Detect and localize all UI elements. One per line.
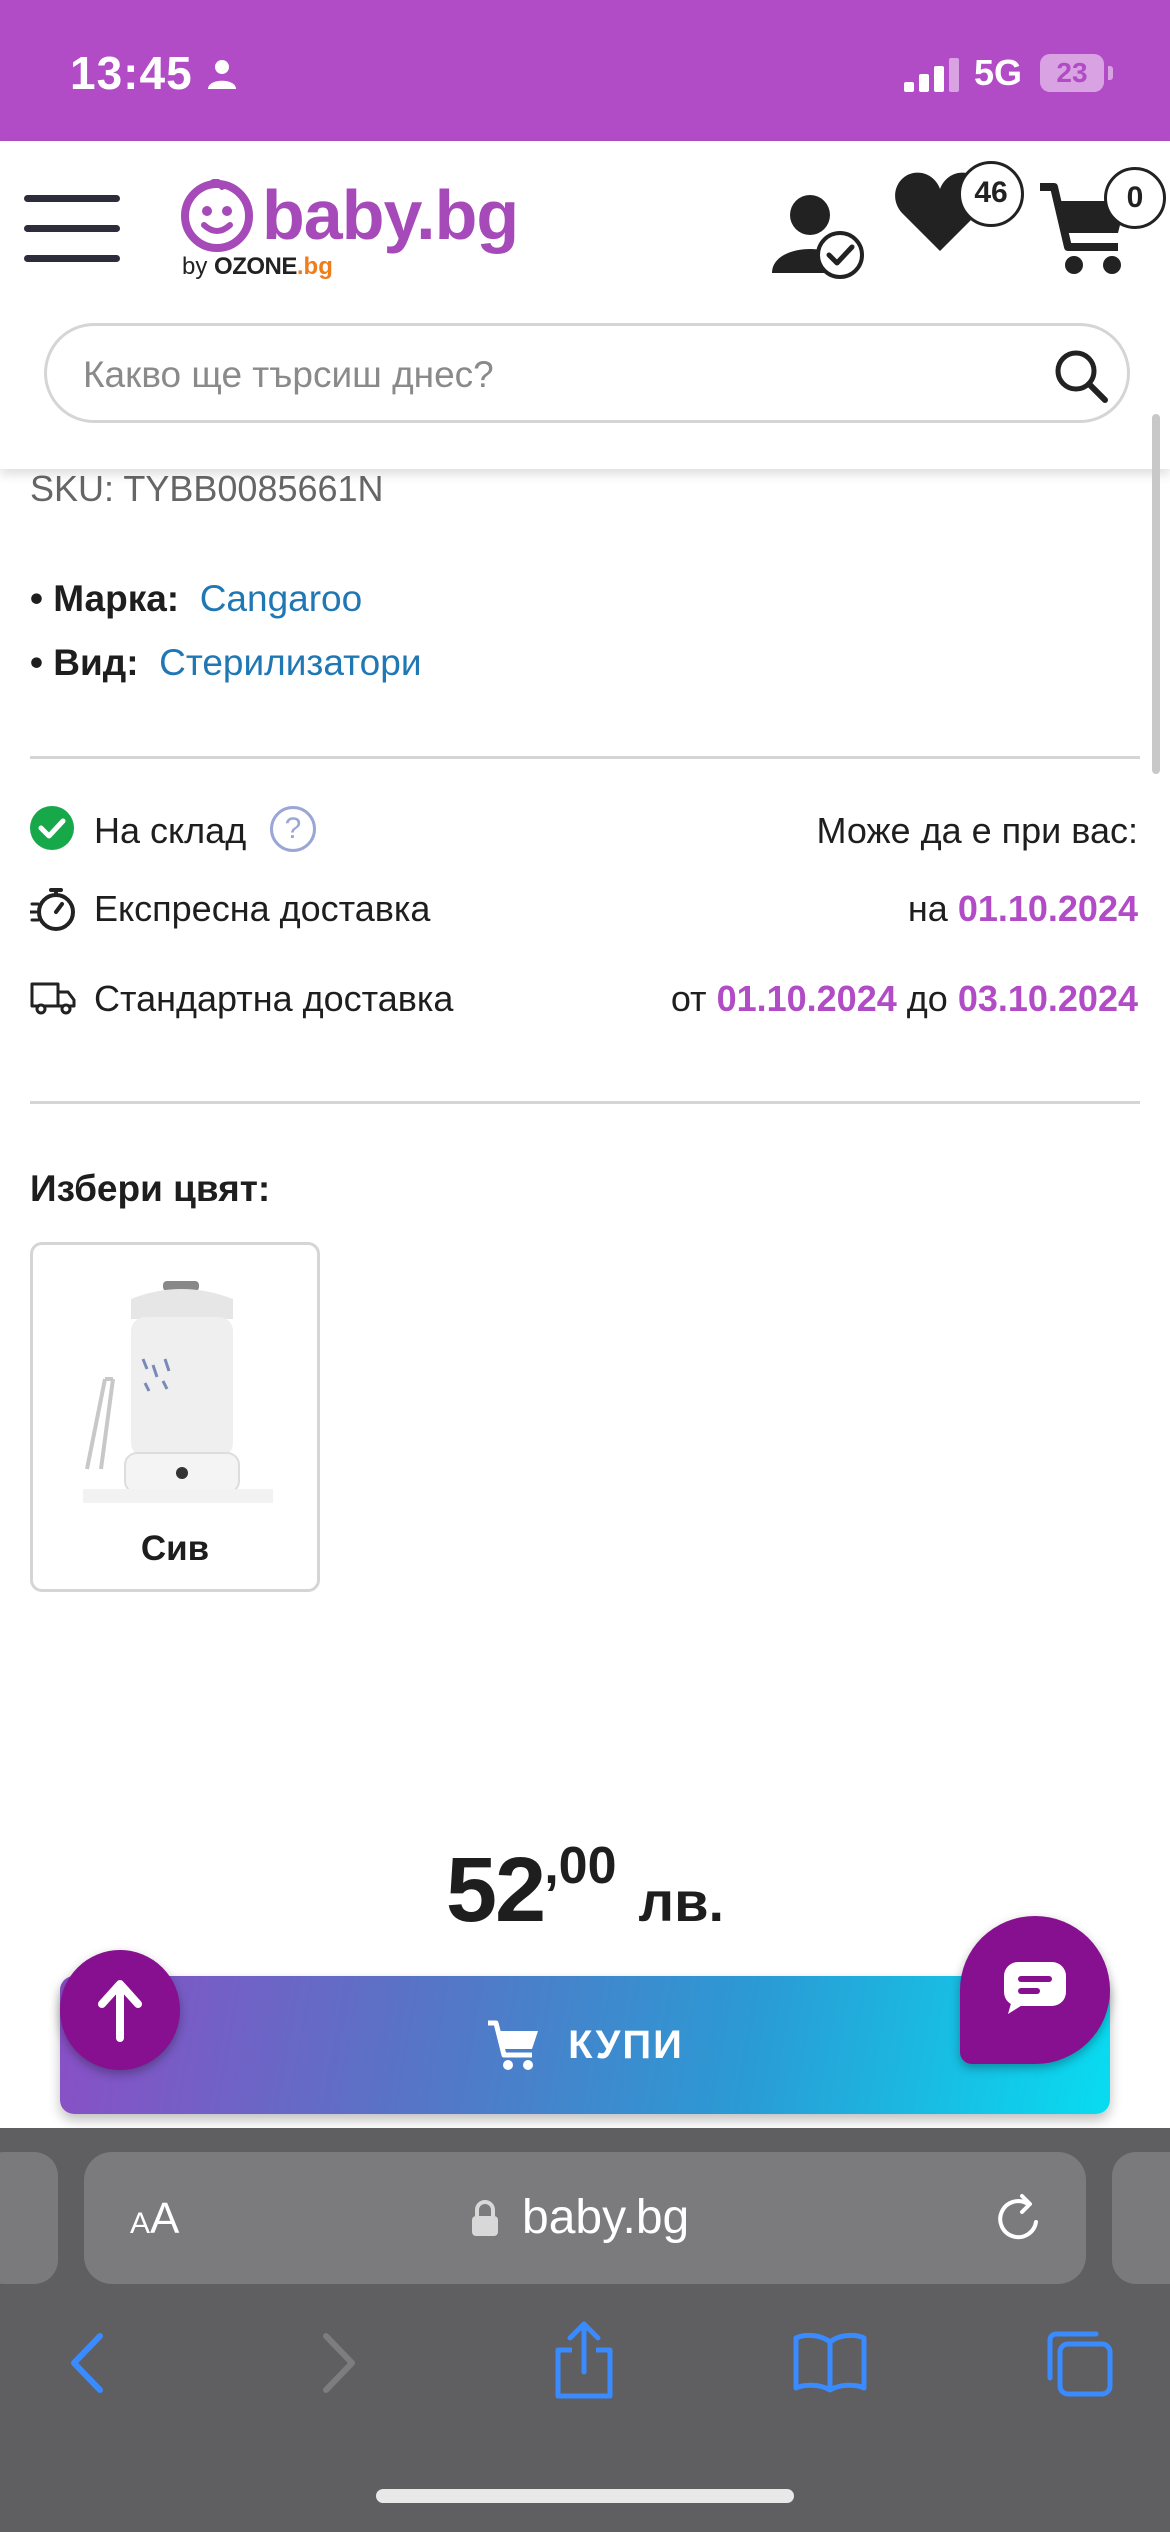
battery-tip [1108, 66, 1113, 80]
site-header: baby.bg by OZONE.bg 46 0 [0, 141, 1170, 469]
back-icon[interactable] [62, 2328, 112, 2398]
express-delivery-label: Експресна доставка [94, 888, 431, 929]
url-text: baby.bg [522, 2191, 690, 2244]
menu-button[interactable] [24, 193, 120, 263]
status-bar: 13:45 5G 23 [0, 0, 1170, 141]
color-chooser-title: Избери цвят: [30, 1168, 271, 1209]
express-delivery-date: на 01.10.2024 [907, 888, 1138, 929]
search-icon[interactable] [1053, 348, 1109, 404]
site-logo[interactable]: baby.bg by OZONE.bg [180, 175, 520, 285]
chat-bubble-icon [1004, 1962, 1066, 2014]
buy-button-label: КУПИ [568, 2022, 684, 2067]
signal-icon [904, 58, 959, 92]
bullet: • [30, 642, 43, 683]
stopwatch-icon [30, 888, 75, 931]
cart-count-badge: 0 [1104, 167, 1166, 229]
divider [30, 756, 1140, 759]
next-tab-preview[interactable] [1112, 2152, 1170, 2284]
buy-button[interactable]: КУПИ [60, 1976, 1110, 2114]
color-option-gray[interactable]: Сив [30, 1242, 320, 1592]
forward-icon[interactable] [314, 2328, 364, 2398]
arrow-up-icon [98, 1980, 142, 2042]
search-input[interactable] [81, 346, 1015, 404]
truck-icon [30, 982, 76, 1015]
address-bar[interactable]: AA baby.bg [84, 2152, 1086, 2284]
person-icon [208, 60, 236, 89]
bullet: • [30, 578, 43, 619]
help-icon[interactable]: ? [270, 806, 316, 852]
product-sku: SKU: TYBB0085661N [30, 468, 384, 509]
type-label: Вид: [53, 642, 139, 683]
scroll-to-top-button[interactable] [60, 1950, 180, 2070]
wishlist-count-badge: 46 [958, 161, 1024, 227]
page-scrollbar[interactable] [1152, 414, 1160, 774]
standard-delivery-label: Стандартна доставка [94, 978, 454, 1019]
in-stock-check-icon [30, 806, 74, 850]
standard-delivery-dates: от 01.10.2024 до 03.10.2024 [670, 978, 1138, 1019]
tabs-icon[interactable] [1044, 2328, 1114, 2398]
divider [30, 1101, 1140, 1104]
lock-icon [472, 2200, 498, 2236]
menu-bar-icon [24, 255, 120, 262]
delivery-header: Може да е при вас: [816, 810, 1138, 851]
network-type: 5G [974, 52, 1023, 93]
type-link[interactable]: Стерилизатори [159, 642, 421, 683]
home-indicator [376, 2489, 794, 2503]
reload-icon[interactable] [992, 2192, 1046, 2246]
share-icon[interactable] [552, 2320, 616, 2400]
cart-icon [488, 2020, 539, 2070]
reader-settings-button[interactable]: AA [130, 2194, 179, 2244]
bookmarks-icon[interactable] [792, 2332, 868, 2394]
brand-label: Марка: [53, 578, 180, 619]
menu-bar-icon [24, 225, 120, 232]
menu-bar-icon [24, 195, 120, 202]
baby-face-logo-icon [181, 179, 253, 252]
search-bar [44, 323, 1130, 423]
sterilizer-product-image [83, 1281, 273, 1503]
stock-status: На склад [94, 810, 247, 851]
price-currency: лв. [638, 1870, 725, 1933]
status-time: 13:45 [70, 47, 193, 99]
color-option-label: Сив [140, 1529, 210, 1568]
price-decimal: ,00 [544, 1837, 617, 1895]
chat-button[interactable] [960, 1916, 1110, 2064]
logo-subtitle: by OZONE.bg [182, 253, 333, 280]
logo-text: baby.bg [262, 176, 519, 254]
brand-attribute: • Марка: Cangaroo [30, 578, 362, 620]
battery-icon: 23 [1040, 54, 1104, 92]
browser-toolbar: AA baby.bg [0, 2128, 1170, 2532]
type-attribute: • Вид: Стерилизатори [30, 642, 422, 684]
previous-tab-preview[interactable] [0, 2152, 58, 2284]
account-icon[interactable] [770, 191, 866, 281]
price-integer: 52 [445, 1839, 546, 1941]
brand-link[interactable]: Cangaroo [200, 578, 363, 619]
buy-button-content: КУПИ [60, 1976, 1110, 2114]
